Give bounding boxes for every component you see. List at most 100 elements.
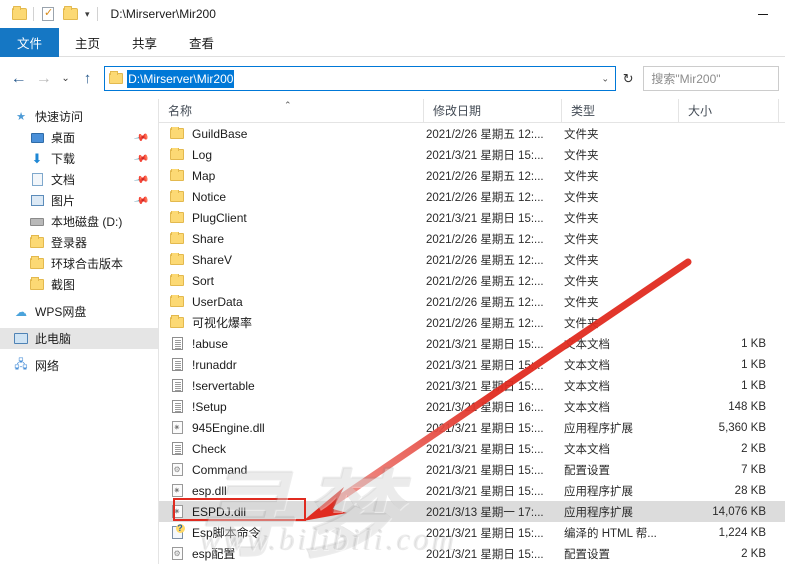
sidebar-item-quick-access[interactable]: ★ 快速访问 [0, 106, 158, 127]
file-name-cell: !abuse [159, 337, 424, 351]
file-type-cell: 文件夹 [564, 275, 599, 288]
file-type-cell: 文本文档 [564, 443, 610, 456]
search-input[interactable]: 搜索"Mir200" [643, 66, 779, 91]
table-row[interactable]: !Setup 2021/3/21 星期日 16:... 文本文档 148 KB [159, 396, 785, 417]
chevron-down-icon[interactable]: ▾ [81, 4, 94, 24]
file-date-cell: 2021/3/21 星期日 15:... [426, 485, 544, 498]
folder-icon [168, 168, 186, 181]
sidebar-item-documents[interactable]: 文档 📌 [0, 169, 158, 190]
tab-view[interactable]: 查看 [173, 28, 230, 57]
table-row[interactable]: Map 2021/2/26 星期五 12:... 文件夹 [159, 165, 785, 186]
quick-access-toolbar: ▾ [0, 4, 101, 24]
file-date-cell: 2021/3/21 星期日 15:... [426, 380, 544, 393]
file-type-cell: 编泽的 HTML 帮... [564, 527, 657, 540]
folder-icon [168, 231, 186, 244]
address-bar[interactable]: D:\Mirserver\Mir200 ⌄ [104, 66, 617, 91]
sidebar-item-this-pc[interactable]: 此电脑 [0, 328, 158, 349]
file-name-label: esp.dll [192, 483, 227, 498]
column-header-size[interactable]: 大小 [679, 99, 779, 123]
recent-locations-icon[interactable]: ⌄ [56, 64, 75, 94]
table-row[interactable]: !abuse 2021/3/21 星期日 15:... 文本文档 1 KB [159, 333, 785, 354]
folder-icon [28, 277, 46, 290]
file-name-label: PlugClient [192, 210, 247, 225]
file-date-cell: 2021/2/26 星期五 12:... [426, 191, 544, 204]
tab-file[interactable]: 文件 [0, 28, 60, 57]
sidebar-item-wps-cloud[interactable]: ☁ WPS网盘 [0, 301, 158, 322]
file-name-cell: !servertable [159, 379, 424, 393]
sidebar-label: 文档 [51, 173, 76, 187]
table-row[interactable]: !servertable 2021/3/21 星期日 15:... 文本文档 1 KB [159, 375, 785, 396]
forward-button[interactable]: → [31, 64, 56, 94]
file-explorer-window: ▾ D:\Mirserver\Mir200 文件 主页 共享 查看 ← → ⌄ … [0, 0, 785, 564]
file-type-cell: 文本文档 [564, 338, 610, 351]
up-button[interactable]: ↑ [75, 64, 100, 94]
file-type-cell: 文件夹 [564, 317, 599, 330]
file-date-cell: 2021/3/21 星期日 15:... [426, 359, 544, 372]
file-name-label: !abuse [192, 336, 229, 351]
text-file-icon [168, 442, 186, 455]
table-row[interactable]: Sort 2021/2/26 星期五 12:... 文件夹 [159, 270, 785, 291]
file-name-label: Log [192, 147, 213, 162]
file-date-cell: 2021/3/21 星期日 15:... [426, 443, 544, 456]
file-size-cell: 1 KB [741, 358, 766, 371]
column-header-date[interactable]: 修改日期 [424, 99, 562, 123]
minimize-button[interactable] [741, 0, 785, 28]
new-folder-icon[interactable] [59, 4, 81, 24]
table-row[interactable]: ESPDJ.dll 2021/3/13 星期一 17:... 应用程序扩展 14,07… [159, 501, 785, 522]
sidebar-item-desktop[interactable]: 桌面 📌 [0, 127, 158, 148]
table-row[interactable]: Check 2021/3/21 星期日 15:... 文本文档 2 KB [159, 438, 785, 459]
sidebar-item-pictures[interactable]: 图片 📌 [0, 190, 158, 211]
file-date-cell: 2021/2/26 星期五 12:... [426, 128, 544, 141]
properties-icon[interactable] [37, 4, 59, 24]
table-row[interactable]: Log 2021/3/21 星期日 15:... 文件夹 [159, 144, 785, 165]
refresh-icon[interactable]: ↻ [616, 66, 640, 91]
table-row[interactable]: GuildBase 2021/2/26 星期五 12:... 文件夹 [159, 123, 785, 144]
file-type-cell: 文件夹 [564, 128, 599, 141]
file-date-cell: 2021/2/26 星期五 12:... [426, 317, 544, 330]
text-file-icon [168, 400, 186, 413]
column-header-name[interactable]: 名称 ⌃ [159, 99, 424, 123]
table-row[interactable]: Share 2021/2/26 星期五 12:... 文件夹 [159, 228, 785, 249]
file-size-cell: 7 KB [741, 463, 766, 476]
cloud-icon: ☁ [15, 304, 27, 319]
table-row[interactable]: esp.dll 2021/3/21 星期日 15:... 应用程序扩展 28 KB [159, 480, 785, 501]
sidebar-item-folder-2[interactable]: 环球合击版本 [0, 253, 158, 274]
file-size-cell: 148 KB [728, 400, 766, 413]
table-row[interactable]: esp配置 2021/3/21 星期日 15:... 配置设置 2 KB [159, 543, 785, 564]
sidebar-item-downloads[interactable]: ⬇ 下载 📌 [0, 148, 158, 169]
file-name-cell: GuildBase [159, 126, 424, 141]
sidebar-item-network[interactable]: 🖧 网络 [0, 355, 158, 376]
table-row[interactable]: UserData 2021/2/26 星期五 12:... 文件夹 [159, 291, 785, 312]
address-chevron-down-icon[interactable]: ⌄ [602, 73, 610, 84]
table-row[interactable]: 945Engine.dll 2021/3/21 星期日 15:... 应用程序扩展 5… [159, 417, 785, 438]
sidebar-item-local-disk-d[interactable]: 本地磁盘 (D:) [0, 211, 158, 232]
table-row[interactable]: ShareV 2021/2/26 星期五 12:... 文件夹 [159, 249, 785, 270]
file-name-cell: esp.dll [159, 484, 424, 498]
table-row[interactable]: PlugClient 2021/3/21 星期日 15:... 文件夹 [159, 207, 785, 228]
pin-icon: 📌 [132, 129, 150, 146]
file-date-cell: 2021/3/21 星期日 15:... [426, 548, 544, 561]
tab-share[interactable]: 共享 [116, 28, 173, 57]
table-row[interactable]: !runaddr 2021/3/21 星期日 15:... 文本文档 1 KB [159, 354, 785, 375]
navigation-bar: ← → ⌄ ↑ D:\Mirserver\Mir200 ⌄ ↻ 搜索"Mir20… [0, 58, 785, 99]
file-type-cell: 应用程序扩展 [564, 485, 633, 498]
folder-icon [168, 294, 186, 307]
file-type-cell: 应用程序扩展 [564, 506, 633, 519]
folder-icon[interactable] [8, 4, 30, 24]
table-row[interactable]: 可视化爆率 2021/2/26 星期五 12:... 文件夹 [159, 312, 785, 333]
table-row[interactable]: Command 2021/3/21 星期日 15:... 配置设置 7 KB [159, 459, 785, 480]
sidebar-item-folder-3[interactable]: 截图 [0, 274, 158, 295]
sidebar-label: 快速访问 [35, 110, 84, 124]
file-type-cell: 文件夹 [564, 191, 599, 204]
table-row[interactable]: Esp脚本命令 2021/3/21 星期日 15:... 编泽的 HTML 帮...… [159, 522, 785, 543]
tab-home[interactable]: 主页 [59, 28, 116, 57]
back-button[interactable]: ← [6, 64, 31, 94]
table-row[interactable]: Notice 2021/2/26 星期五 12:... 文件夹 [159, 186, 785, 207]
pin-icon: 📌 [132, 150, 150, 167]
config-file-icon [168, 547, 186, 560]
column-header-type[interactable]: 类型 [562, 99, 679, 123]
address-input[interactable]: D:\Mirserver\Mir200 [127, 69, 235, 88]
file-type-cell: 文件夹 [564, 170, 599, 183]
sidebar-item-folder-1[interactable]: 登录器 [0, 232, 158, 253]
file-type-cell: 文件夹 [564, 296, 599, 309]
